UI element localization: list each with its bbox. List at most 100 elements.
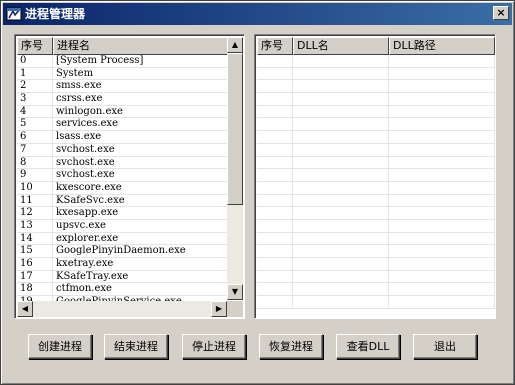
dll-cell	[293, 258, 389, 270]
view-dll-button[interactable]: 查看DLL	[336, 334, 400, 359]
table-row[interactable]	[257, 258, 495, 271]
process-name-cell: upsvc.exe	[53, 219, 229, 232]
table-row[interactable]: 8 svchost.exe	[17, 156, 229, 170]
create-process-button[interactable]: 创建进程	[28, 334, 92, 359]
dll-cell	[293, 67, 389, 80]
process-index-cell: 5	[17, 118, 53, 131]
table-row[interactable]: 16 kxetray.exe	[17, 258, 229, 271]
dll-cell	[293, 181, 389, 194]
process-index-cell: 14	[17, 232, 53, 245]
dll-cell	[293, 105, 389, 118]
table-row[interactable]: 10 kxescore.exe	[17, 181, 229, 195]
table-row[interactable]	[257, 283, 495, 297]
process-index-cell: 11	[17, 194, 53, 207]
table-row[interactable]	[257, 219, 495, 233]
dll-cell	[257, 194, 293, 207]
table-row[interactable]: 4 winlogon.exe	[17, 105, 229, 119]
table-row[interactable]	[257, 181, 495, 195]
table-row[interactable]	[257, 207, 495, 220]
table-row[interactable]	[257, 194, 495, 208]
table-row[interactable]: 0 [System Process]	[17, 55, 229, 68]
dll-cell	[293, 219, 389, 232]
dll-cell	[389, 93, 495, 105]
resume-process-button[interactable]: 恢复进程	[259, 334, 323, 359]
table-row[interactable]: 5 services.exe	[17, 118, 229, 132]
table-row[interactable]: 17 KSafeTray.exe	[17, 270, 229, 284]
process-name-cell: kxetray.exe	[53, 258, 229, 270]
dll-cell	[293, 143, 389, 156]
table-row[interactable]: 7 svchost.exe	[17, 143, 229, 157]
table-row[interactable]: 18 ctfmon.exe	[17, 283, 229, 297]
table-row[interactable]	[257, 105, 495, 119]
dll-cell	[293, 296, 389, 308]
table-row[interactable]: 14 explorer.exe	[17, 232, 229, 246]
process-index-cell: 10	[17, 181, 53, 194]
table-row[interactable]	[257, 80, 495, 94]
table-row[interactable]	[257, 93, 495, 106]
dll-cell	[257, 143, 293, 156]
stop-process-button[interactable]: 停止进程	[182, 334, 246, 359]
table-row[interactable]	[257, 232, 495, 246]
dll-cell	[293, 80, 389, 93]
process-index-cell: 3	[17, 93, 53, 105]
table-row[interactable]	[257, 55, 495, 68]
scroll-up-icon[interactable]: ▲	[227, 37, 243, 53]
process-list-vertical-scrollbar[interactable]: ▲ ▼	[227, 37, 243, 300]
table-row[interactable]: 13 upsvc.exe	[17, 219, 229, 233]
table-row[interactable]	[257, 131, 495, 144]
process-name-cell: KSafeTray.exe	[53, 270, 229, 283]
process-manager-window: 进程管理器 × 序号 进程名 0 [System Process] 1 System 2…	[0, 0, 515, 385]
table-row[interactable]	[257, 118, 495, 132]
dll-cell	[389, 270, 495, 283]
table-row[interactable]	[257, 169, 495, 182]
table-row[interactable]	[257, 296, 495, 309]
process-list-horizontal-scrollbar[interactable]: ◀ ▶	[17, 301, 227, 317]
scroll-thumb[interactable]	[227, 53, 243, 205]
dll-cell	[257, 296, 293, 308]
process-index-cell: 18	[17, 283, 53, 296]
dll-list[interactable]: 序号 DLL名 DLL路径	[254, 34, 496, 319]
dll-cell	[257, 131, 293, 143]
process-index-cell: 17	[17, 270, 53, 283]
scroll-down-icon[interactable]: ▼	[227, 284, 243, 300]
dll-cell	[257, 93, 293, 105]
table-row[interactable]: 2 smss.exe	[17, 80, 229, 94]
table-row[interactable]: 6 lsass.exe	[17, 131, 229, 144]
title-bar[interactable]: 进程管理器 ×	[3, 3, 512, 25]
process-index-cell: 9	[17, 169, 53, 181]
end-process-button[interactable]: 结束进程	[104, 334, 168, 359]
dll-cell	[257, 207, 293, 219]
close-button[interactable]: ×	[493, 6, 509, 20]
dll-cell	[389, 283, 495, 296]
dll-cell	[257, 118, 293, 131]
process-list[interactable]: 序号 进程名 0 [System Process] 1 System 2 smss.exe…	[14, 34, 245, 319]
table-row[interactable]: 9 svchost.exe	[17, 169, 229, 182]
process-name-cell: kxesapp.exe	[53, 207, 229, 219]
process-name-cell: kxescore.exe	[53, 181, 229, 194]
table-row[interactable]: 12 kxesapp.exe	[17, 207, 229, 220]
column-header-dll-path[interactable]: DLL路径	[389, 37, 495, 55]
table-row[interactable]	[257, 245, 495, 258]
process-list-header: 序号 进程名	[17, 37, 229, 55]
dll-cell	[257, 258, 293, 270]
dll-cell	[293, 118, 389, 131]
column-header-index[interactable]: 序号	[257, 37, 293, 55]
table-row[interactable]	[257, 67, 495, 81]
column-header-dll-name[interactable]: DLL名	[293, 37, 389, 55]
column-header-process-name[interactable]: 进程名	[53, 37, 229, 55]
table-row[interactable]: 1 System	[17, 67, 229, 81]
table-row[interactable]	[257, 270, 495, 284]
dll-cell	[389, 169, 495, 181]
process-name-cell: csrss.exe	[53, 93, 229, 105]
exit-button[interactable]: 退出	[413, 334, 477, 359]
table-row[interactable]: 15 GooglePinyinDaemon.exe	[17, 245, 229, 258]
scroll-right-icon[interactable]: ▶	[211, 301, 227, 317]
column-header-index[interactable]: 序号	[17, 37, 53, 55]
table-row[interactable]: 11 KSafeSvc.exe	[17, 194, 229, 208]
table-row[interactable]	[257, 143, 495, 157]
table-row[interactable]	[257, 156, 495, 170]
scroll-left-icon[interactable]: ◀	[17, 301, 33, 317]
process-name-cell: svchost.exe	[53, 156, 229, 169]
table-row[interactable]: 3 csrss.exe	[17, 93, 229, 106]
dll-cell	[389, 219, 495, 232]
